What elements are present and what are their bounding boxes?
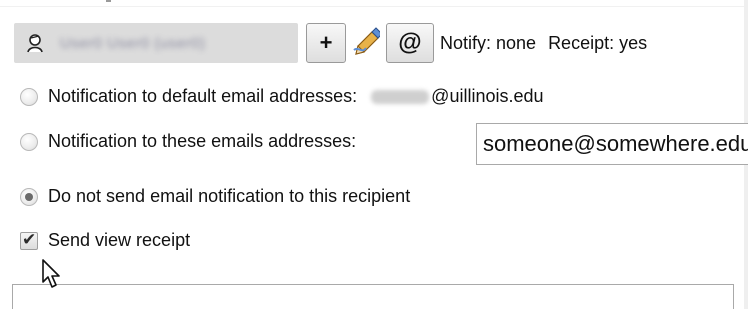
user-icon	[24, 32, 46, 54]
send-view-receipt-label: Send view receipt	[48, 230, 191, 250]
recipient-chip[interactable]: User0 User0 (user0)	[14, 23, 298, 63]
default-email-label: Notification to default email addresses:	[48, 86, 358, 106]
top-edge	[0, 0, 748, 7]
custom-email-input[interactable]	[476, 123, 748, 165]
custom-email-label: Notification to these emails addresses:	[48, 131, 357, 151]
recipient-notification-panel: User0 User0 (user0) + @ Notify: none Rec…	[0, 0, 748, 309]
recipient-header-row: User0 User0 (user0) + @ Notify: none Rec…	[14, 19, 647, 67]
notify-status: Notify: none	[440, 32, 537, 53]
checkmark-icon: ✔	[22, 229, 37, 249]
redacted-email-user	[371, 89, 430, 104]
send-view-receipt-checkbox[interactable]: ✔	[20, 229, 38, 250]
option-custom-email[interactable]: Notification to these emails addresses:	[20, 131, 356, 152]
receipt-status: Receipt: yes	[548, 32, 648, 53]
recipient-name: User0 User0 (user0)	[60, 34, 206, 52]
option-default-email[interactable]: Notification to default email addresses:…	[20, 86, 544, 107]
no-email-label: Do not send email notification to this r…	[48, 186, 411, 206]
send-view-receipt-option[interactable]: ✔ Send view receipt	[20, 230, 190, 251]
message-textarea[interactable]	[12, 284, 734, 309]
no-email-radio[interactable]	[20, 187, 38, 206]
default-email-radio[interactable]	[20, 87, 38, 106]
email-at-button[interactable]: @	[386, 23, 434, 63]
option-no-email[interactable]: Do not send email notification to this r…	[20, 186, 410, 207]
top-edge-mark	[106, 0, 111, 2]
add-button[interactable]: +	[306, 23, 346, 63]
default-email-domain: @uillinois.edu	[431, 86, 544, 106]
edit-pencil-icon[interactable]	[352, 26, 383, 60]
custom-email-radio[interactable]	[20, 132, 38, 151]
